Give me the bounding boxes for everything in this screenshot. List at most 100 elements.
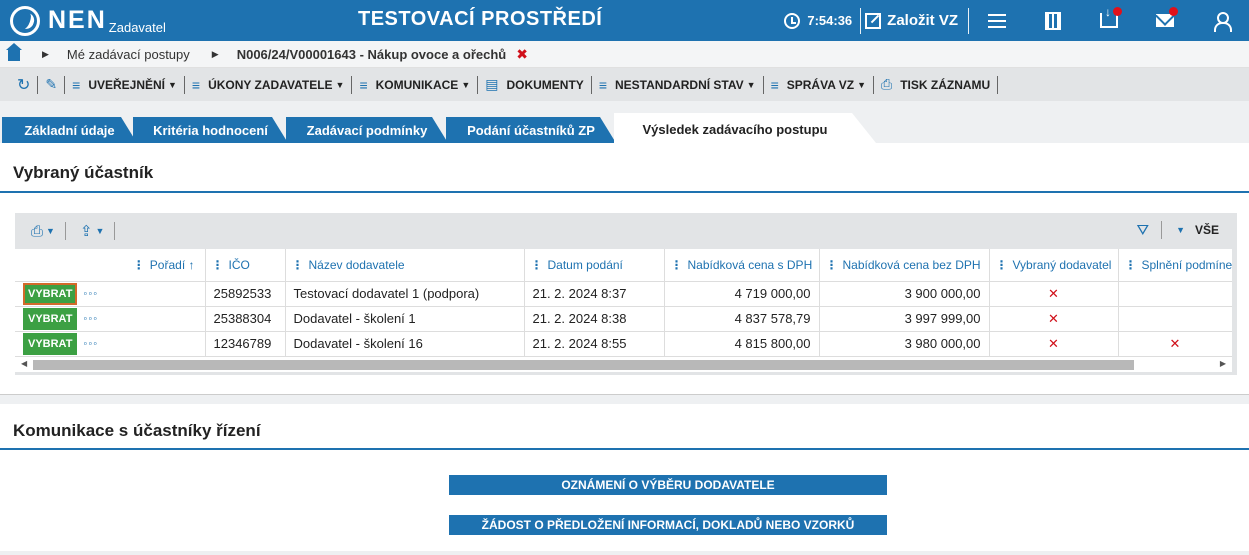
user-icon: [1214, 11, 1232, 32]
column-menu-icon[interactable]: ⋮: [212, 258, 224, 272]
cell-conditions: ✕: [1118, 330, 1232, 356]
caret-down-icon: ▼: [746, 79, 756, 90]
table-row: VYBRAT ◦◦◦ 25388304 Dodavatel - školení 1…: [15, 305, 1232, 331]
column-menu-icon[interactable]: ⋮: [996, 258, 1008, 272]
column-label: Název dodavatele: [308, 257, 405, 272]
tab-zakladni-udaje[interactable]: Základní údaje: [2, 117, 137, 143]
select-button[interactable]: VYBRAT: [23, 282, 78, 305]
row-actions: VYBRAT ◦◦◦: [15, 305, 206, 331]
list-icon: ≡: [770, 76, 779, 93]
menu-nestandardni-stav[interactable]: ≡ NESTANDARDNÍ STAV ▼: [592, 68, 763, 101]
section-gap: [0, 395, 1249, 404]
print-icon[interactable]: ⎙: [31, 223, 43, 240]
menu-label: UVEŘEJNĚNÍ: [88, 77, 165, 92]
tab-zadavaci-podminky[interactable]: Zadávací podmínky: [286, 117, 448, 143]
calculator-button[interactable]: [1025, 0, 1081, 41]
tab-bar: Základní údaje Kritéria hodnocení Zadáva…: [0, 101, 1249, 143]
column-menu-icon[interactable]: ⋮: [133, 258, 145, 272]
more-icon[interactable]: ◦◦◦: [83, 288, 98, 300]
menu-ukony-zadavatele[interactable]: ≡ ÚKONY ZADAVATELE ▼: [185, 68, 352, 101]
close-icon[interactable]: ✖: [516, 46, 528, 63]
logo-icon: [10, 5, 40, 36]
filter-icon[interactable]: ⛛: [1136, 222, 1149, 239]
table-header-row: ⋮ Pořadí ↑ ⋮ IČO ⋮ Název dodavatele ⋮ Datum …: [15, 249, 1232, 281]
tab-vysledek[interactable]: Výsledek zadávacího postupu: [614, 113, 876, 143]
column-menu-icon[interactable]: ⋮: [826, 258, 838, 272]
scroll-right-icon[interactable]: ▶: [1220, 359, 1226, 368]
menu-dokumenty[interactable]: ▤ DOKUMENTY: [478, 68, 591, 101]
select-button[interactable]: VYBRAT: [23, 332, 78, 355]
refresh-button[interactable]: ↻: [10, 68, 37, 101]
column-header-cena-bez-dph[interactable]: ⋮ Nabídková cena bez DPH: [819, 249, 990, 281]
breadcrumb-item[interactable]: Mé zadávací postupy: [67, 47, 190, 62]
menu-button[interactable]: [969, 0, 1025, 41]
notice-of-selection-button[interactable]: OZNÁMENÍ O VÝBĚRU DODAVATELE: [449, 475, 887, 495]
print-icon: ⎙: [881, 76, 893, 92]
logo-subtitle: Zadavatel: [108, 19, 166, 35]
menu-sprava-vz[interactable]: ≡ SPRÁVA VZ ▼: [764, 68, 873, 101]
horizontal-scrollbar[interactable]: ◀ ▶: [15, 356, 1232, 372]
table-row: VYBRAT ◦◦◦ 12346789 Dodavatel - školení 1…: [15, 330, 1232, 356]
export-icon[interactable]: ⇪: [80, 222, 93, 240]
caret-down-icon: ▼: [335, 79, 345, 90]
tab-podani-ucastniku[interactable]: Podání účastníků ZP: [446, 117, 616, 143]
column-header-splneni[interactable]: ⋮ Splnění podmínek: [1118, 249, 1232, 281]
chevron-right-icon: ▶: [211, 48, 219, 59]
cell-date: 21. 2. 2024 8:37: [524, 280, 665, 306]
caret-down-icon[interactable]: ▼: [46, 226, 55, 236]
inbox-button[interactable]: [1081, 0, 1137, 41]
table-row: VYBRAT ◦◦◦ 25892533 Testovací dodavatel 1…: [15, 280, 1232, 306]
edit-button[interactable]: ✎: [38, 68, 64, 101]
column-header-ico[interactable]: ⋮ IČO: [205, 249, 286, 281]
tab-label: Výsledek zadávacího postupu: [642, 122, 828, 137]
cell-price-vat: 4 837 578,79: [664, 305, 820, 331]
create-vz-label: Založit VZ: [887, 12, 958, 29]
view-all-dropdown[interactable]: VŠE: [1195, 223, 1219, 237]
column-label: Nabídková cena s DPH: [687, 257, 813, 272]
mail-button[interactable]: [1137, 0, 1193, 41]
participants-table: ⋮ Pořadí ↑ ⋮ IČO ⋮ Název dodavatele ⋮ Datum …: [15, 249, 1232, 356]
top-bar: NEN Zadavatel TESTOVACÍ PROSTŘEDÍ 7:54:3…: [0, 0, 1249, 41]
menu-uverejneni[interactable]: ≡ UVEŘEJNĚNÍ ▼: [65, 68, 184, 101]
list-icon: ≡: [359, 76, 368, 93]
edit-icon: [865, 12, 882, 29]
menu-komunikace[interactable]: ≡ KOMUNIKACE ▼: [352, 68, 477, 101]
pencil-icon: ✎: [45, 76, 58, 92]
communication-section: Komunikace s účastníky řízení OZNÁMENÍ O…: [0, 404, 1249, 551]
participants-grid: ⎙ ▼ ⇪ ▼ ⛛ ▼ VŠE ⋮ Pořadí ↑ ⋮ IČO ⋮ Název…: [15, 213, 1237, 375]
user-button[interactable]: [1193, 0, 1249, 41]
column-menu-icon[interactable]: ⋮: [1125, 258, 1137, 272]
column-label: Splnění podmínek: [1141, 257, 1232, 272]
caret-down-icon[interactable]: ▼: [96, 226, 105, 236]
cell-ico: 25892533: [205, 280, 286, 306]
request-documents-button[interactable]: ŽÁDOST O PŘEDLOŽENÍ INFORMACÍ, DOKLADŮ N…: [449, 515, 887, 535]
caret-down-icon: ▼: [168, 79, 177, 90]
column-header-poradi[interactable]: ⋮ Pořadí ↑: [15, 249, 206, 281]
column-header-cena-s-dph[interactable]: ⋮ Nabídková cena s DPH: [664, 249, 820, 281]
divider: [860, 7, 862, 34]
column-header-vybrany[interactable]: ⋮ Vybraný dodavatel: [989, 249, 1119, 281]
home-icon[interactable]: [6, 43, 22, 61]
tab-kriteria-hodnoceni[interactable]: Kritéria hodnocení: [133, 117, 288, 143]
cell-selected: ✕: [989, 330, 1119, 356]
scrollbar-thumb[interactable]: [33, 360, 1134, 370]
cell-name: Dodavatel - školení 1: [285, 305, 525, 331]
more-icon[interactable]: ◦◦◦: [83, 313, 98, 325]
menu-tisk-zaznamu[interactable]: ⎙ TISK ZÁZNAMU: [874, 68, 997, 101]
column-menu-icon[interactable]: ⋮: [292, 258, 304, 272]
scroll-left-icon[interactable]: ◀: [21, 359, 27, 368]
row-actions: VYBRAT ◦◦◦: [15, 280, 206, 306]
column-header-nazev[interactable]: ⋮ Název dodavatele: [285, 249, 525, 281]
cell-price-novat: 3 900 000,00: [819, 280, 990, 306]
create-vz-button[interactable]: Založit VZ: [861, 12, 968, 29]
nen-logo[interactable]: NEN Zadavatel: [0, 5, 210, 36]
select-button[interactable]: VYBRAT: [23, 307, 78, 330]
caret-down-icon[interactable]: ▼: [1176, 225, 1185, 235]
breadcrumb-current: N006/24/V00001643 - Nákup ovoce a ořechů: [236, 46, 507, 62]
more-icon[interactable]: ◦◦◦: [83, 338, 98, 350]
column-menu-icon[interactable]: ⋮: [671, 258, 683, 272]
list-icon: ≡: [191, 76, 201, 93]
column-header-datum[interactable]: ⋮ Datum podání: [524, 249, 665, 281]
column-menu-icon[interactable]: ⋮: [531, 258, 543, 272]
menu-label: DOKUMENTY: [506, 77, 584, 92]
